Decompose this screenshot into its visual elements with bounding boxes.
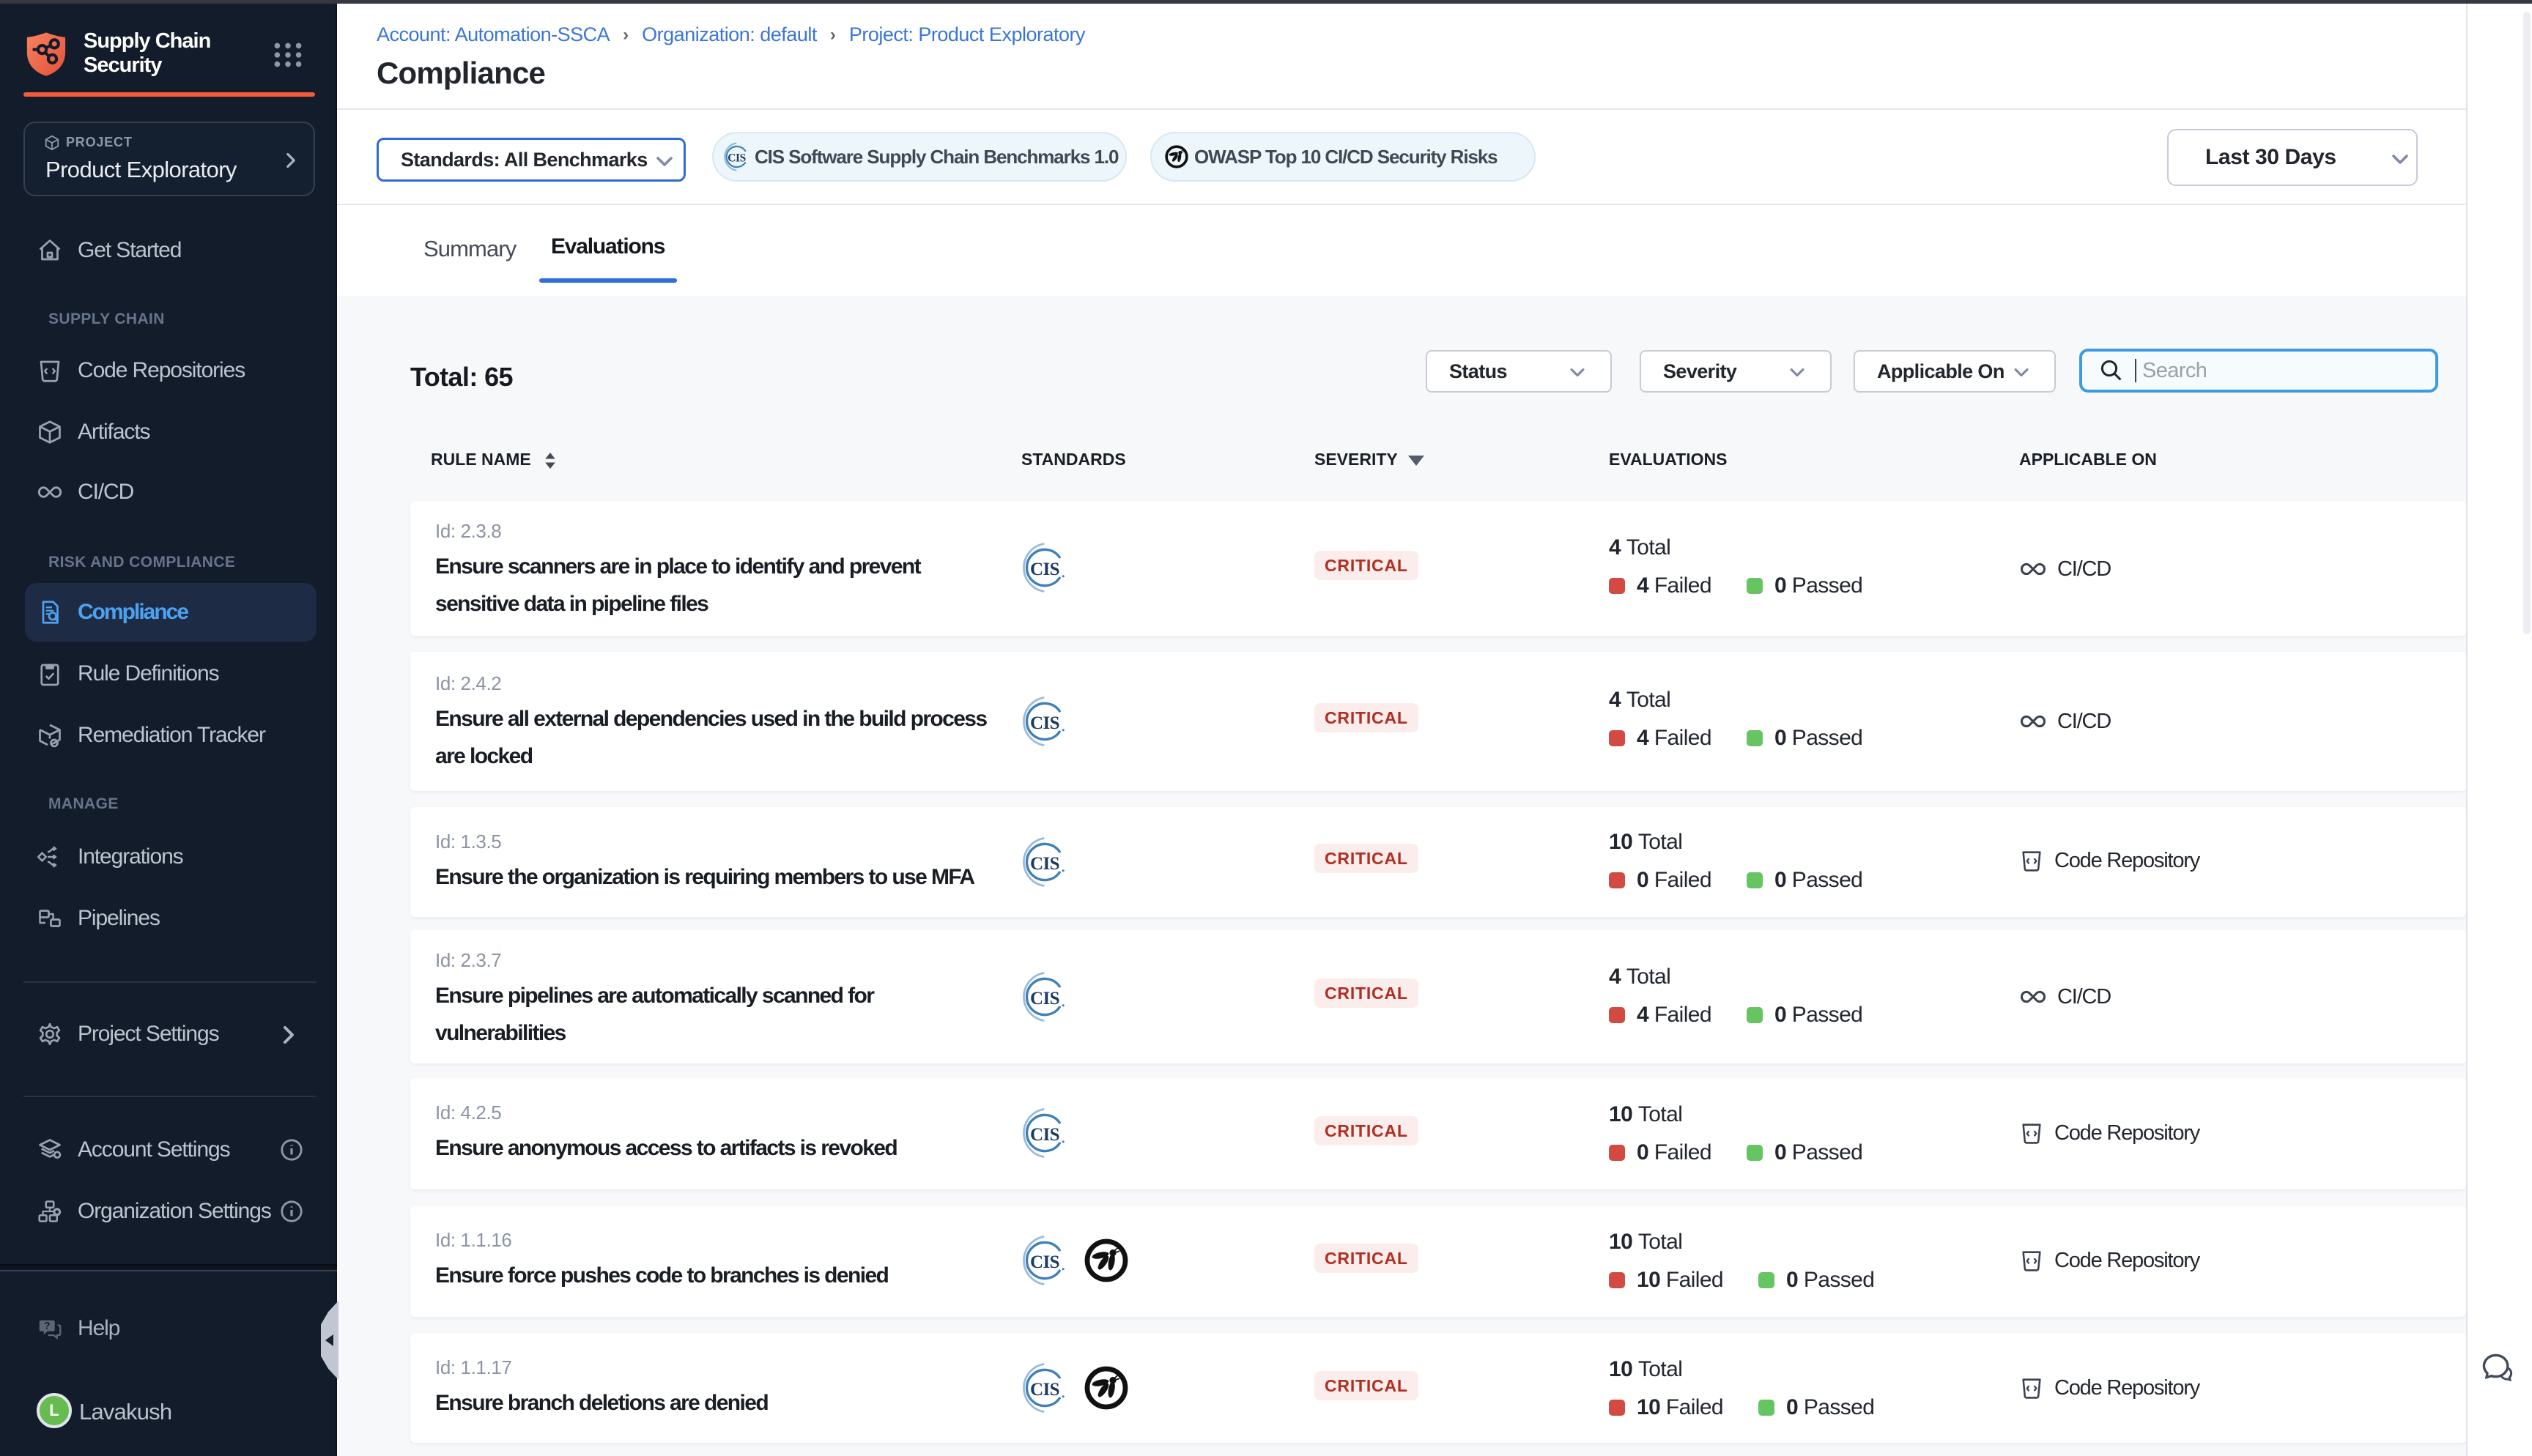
svg-text:CIS: CIS: [1030, 1252, 1059, 1272]
svg-text:CIS: CIS: [1030, 854, 1059, 874]
svg-text:CIS: CIS: [728, 152, 746, 165]
svg-text:CIS: CIS: [1030, 713, 1059, 733]
svg-text:CIS: CIS: [1030, 1380, 1059, 1400]
svg-text:CIS: CIS: [1030, 560, 1059, 579]
svg-text:CIS: CIS: [1030, 989, 1059, 1009]
svg-text:?: ?: [44, 1321, 51, 1332]
svg-text:CIS: CIS: [1030, 1125, 1059, 1145]
